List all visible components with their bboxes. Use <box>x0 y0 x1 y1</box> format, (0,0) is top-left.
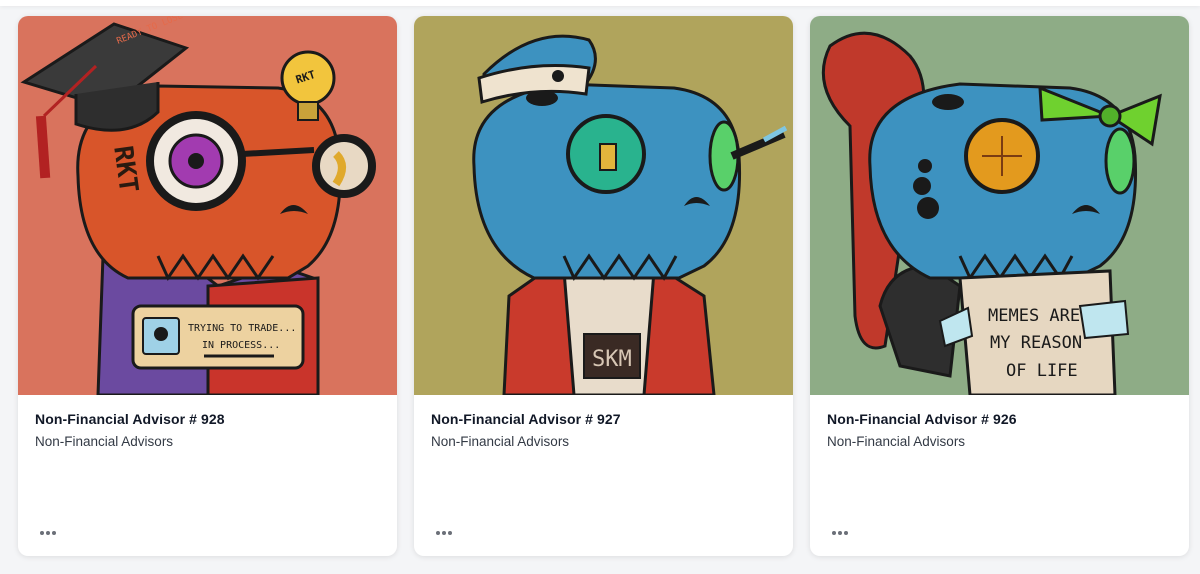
card-info: Non-Financial Advisor # 927 Non-Financia… <box>414 395 793 451</box>
nft-artwork-image[interactable]: MEMES ARE MY REASON OF LIFE <box>810 16 1189 395</box>
hat-skull-icon <box>552 70 564 82</box>
face-dot-2 <box>913 177 931 195</box>
nft-artwork-image[interactable]: SKM <box>414 16 793 395</box>
more-dots-icon <box>46 531 50 535</box>
more-options-button[interactable] <box>34 524 62 542</box>
nft-title[interactable]: Non-Financial Advisor # 926 <box>827 410 1172 428</box>
nft-artwork-image[interactable]: READY TO LOSE MONEY RKT RKT TRYING TO TR… <box>18 16 397 395</box>
nft-card[interactable]: SKM Non-Financial Advisor # 927 Non-Fina… <box>414 16 793 556</box>
card-info: Non-Financial Advisor # 926 Non-Financia… <box>810 395 1189 451</box>
nft-card[interactable]: MEMES ARE MY REASON OF LIFE Non-Financia… <box>810 16 1189 556</box>
face-dot-3 <box>917 197 939 219</box>
card-info: Non-Financial Advisor # 928 Non-Financia… <box>18 395 397 451</box>
green-bow-knot <box>1098 104 1122 128</box>
more-dots-icon <box>844 531 848 535</box>
collection-name[interactable]: Non-Financial Advisors <box>827 433 1172 451</box>
shirt-text: SKM <box>592 347 632 372</box>
nft-card[interactable]: READY TO LOSE MONEY RKT RKT TRYING TO TR… <box>18 16 397 556</box>
glasses-bridge <box>241 147 315 157</box>
top-bar <box>0 0 1200 6</box>
more-dots-icon <box>40 531 44 535</box>
eye-detail <box>599 143 617 171</box>
nft-grid: READY TO LOSE MONEY RKT RKT TRYING TO TR… <box>18 16 1189 556</box>
sign-text-1: MEMES ARE <box>988 306 1080 326</box>
nft-title[interactable]: Non-Financial Advisor # 927 <box>431 410 776 428</box>
more-dots-icon <box>52 531 56 535</box>
brow-mark <box>932 94 964 110</box>
more-dots-icon <box>448 531 452 535</box>
sign-text-3: OF LIFE <box>1006 361 1078 381</box>
light-bulb-base <box>297 101 319 121</box>
collection-name[interactable]: Non-Financial Advisors <box>431 433 776 451</box>
side-eye <box>1104 127 1136 195</box>
more-dots-icon <box>832 531 836 535</box>
sign-text-2: IN PROCESS... <box>202 340 280 351</box>
more-dots-icon <box>442 531 446 535</box>
more-dots-icon <box>838 531 842 535</box>
collection-name[interactable]: Non-Financial Advisors <box>35 433 380 451</box>
sign-text-1: TRYING TO TRADE... <box>188 323 296 334</box>
more-dots-icon <box>436 531 440 535</box>
more-options-button[interactable] <box>826 524 854 542</box>
face-dot-1 <box>918 159 932 173</box>
left-eye-pupil <box>188 153 204 169</box>
nft-title[interactable]: Non-Financial Advisor # 928 <box>35 410 380 428</box>
skeleton-hand-right <box>1078 299 1130 340</box>
sign-text-2: MY REASON <box>990 333 1082 353</box>
more-options-button[interactable] <box>430 524 458 542</box>
skull-crossbones-icon-head <box>154 327 168 341</box>
